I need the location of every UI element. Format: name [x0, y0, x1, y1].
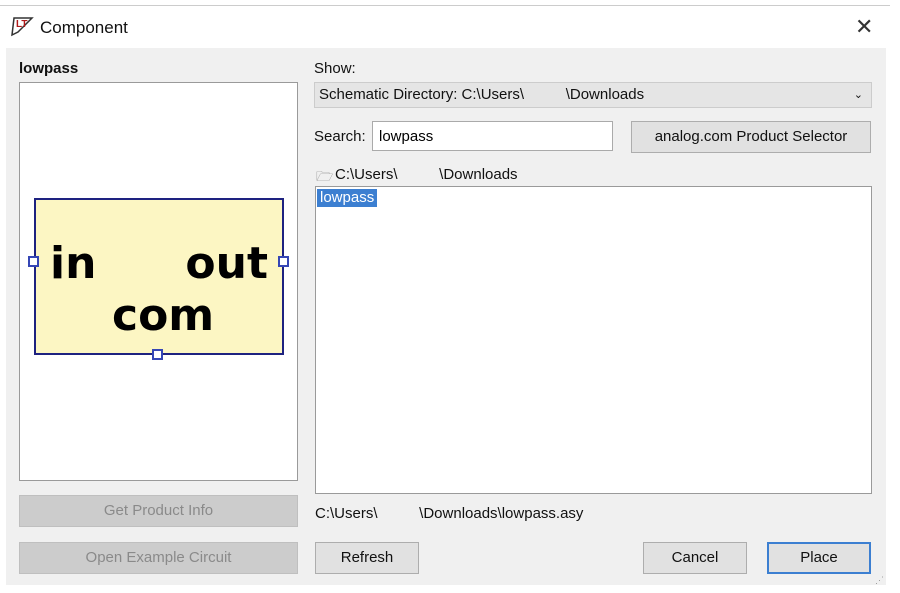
symbol-name-label: lowpass	[19, 60, 79, 77]
window-title: Component	[40, 18, 128, 37]
symbol-body: in out com	[34, 198, 284, 355]
pin-label-in: in	[50, 238, 97, 289]
divider	[0, 5, 890, 6]
search-input[interactable]	[372, 121, 613, 151]
product-selector-button[interactable]: analog.com Product Selector	[631, 121, 871, 153]
cancel-button[interactable]: Cancel	[643, 542, 747, 574]
svg-text:LT: LT	[16, 19, 27, 30]
close-icon[interactable]: ✕	[855, 14, 873, 40]
get-product-info-button[interactable]: Get Product Info	[19, 495, 298, 527]
pin-label-out: out	[185, 238, 268, 289]
pin-out	[278, 256, 289, 267]
chevron-down-icon: ⌄	[853, 89, 863, 101]
pin-com	[152, 349, 163, 360]
show-dropdown-value: Schematic Directory: C:\Users\ \Download…	[319, 86, 645, 103]
open-example-circuit-button[interactable]: Open Example Circuit	[19, 542, 298, 574]
place-button[interactable]: Place	[767, 542, 871, 574]
show-dropdown[interactable]: Schematic Directory: C:\Users\ \Download…	[314, 82, 872, 108]
directory-path: C:\Users\ \Downloads	[335, 166, 518, 183]
ltspice-logo-icon: LT	[11, 17, 34, 37]
list-item[interactable]: lowpass	[317, 189, 378, 207]
selected-file-path: C:\Users\ \Downloads\lowpass.asy	[315, 505, 584, 522]
pin-label-com: com	[112, 290, 215, 341]
component-list[interactable]: lowpass	[315, 186, 872, 494]
pin-in	[28, 256, 39, 267]
refresh-button[interactable]: Refresh	[315, 542, 419, 574]
resize-grip-icon[interactable]: ⋰	[875, 575, 884, 586]
search-label: Search:	[314, 128, 366, 145]
show-label: Show:	[314, 60, 356, 77]
